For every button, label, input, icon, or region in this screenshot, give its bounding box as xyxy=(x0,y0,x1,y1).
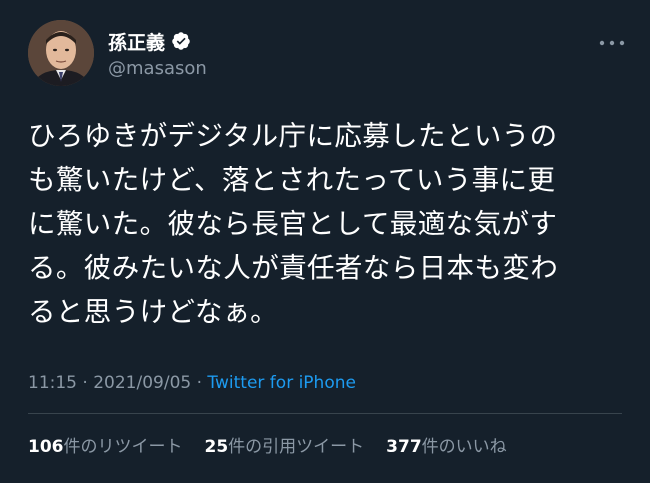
avatar[interactable] xyxy=(28,20,94,86)
verified-badge-icon xyxy=(171,31,191,51)
tweet-text-line: る。彼みたいな人が責任者なら日本も変わ xyxy=(28,252,559,284)
quotes-label: 件の引用ツイート xyxy=(228,437,365,457)
likes-count: 377 xyxy=(386,437,422,457)
retweets-stat[interactable]: 106件のリツイート xyxy=(28,432,183,457)
quotes-stat[interactable]: 25件の引用ツイート xyxy=(205,432,365,457)
tweet-text: ひろゆきがデジタル庁に応募したというの も驚いたけど、落とされたっていう事に更 … xyxy=(28,114,638,334)
more-horizontal-icon xyxy=(599,40,625,46)
more-options-button[interactable] xyxy=(596,30,628,56)
quotes-count: 25 xyxy=(204,437,229,457)
tweet-text-line: も驚いたけど、落とされたっていう事に更 xyxy=(28,164,556,196)
display-name[interactable]: 孫正義 xyxy=(108,28,165,55)
tweet-text-line: に驚いた。彼なら長官として最適な気がす xyxy=(28,208,558,240)
divider xyxy=(28,413,622,414)
tweet-source-link[interactable]: Twitter for iPhone xyxy=(207,373,356,393)
likes-label: 件のいいね xyxy=(421,437,507,457)
profile-photo-icon xyxy=(28,20,94,86)
tweet-time[interactable]: 11:15 xyxy=(28,373,77,393)
tweet-text-line: ひろゆきがデジタル庁に応募したというの xyxy=(28,120,558,152)
tweet-text-line: ると思うけどなぁ。 xyxy=(28,296,278,328)
retweets-label: 件のリツイート xyxy=(63,437,183,457)
tweet-date[interactable]: 2021/09/05 xyxy=(93,373,191,393)
tweet-stats: 106件のリツイート 25件の引用ツイート 377件のいいね xyxy=(28,432,529,457)
name-row: 孫正義 xyxy=(108,28,207,55)
tweet-card: 孫正義 @masason ひろゆきがデジタル庁に応募したというの も驚いたけど、… xyxy=(0,0,650,483)
author-block: 孫正義 @masason xyxy=(108,28,207,80)
meta-separator: · xyxy=(191,373,208,393)
retweets-count: 106 xyxy=(28,437,64,457)
likes-stat[interactable]: 377件のいいね xyxy=(386,432,507,457)
tweet-meta: 11:15 · 2021/09/05 · Twitter for iPhone xyxy=(28,373,356,393)
user-handle[interactable]: @masason xyxy=(108,58,207,79)
meta-separator: · xyxy=(77,373,94,393)
